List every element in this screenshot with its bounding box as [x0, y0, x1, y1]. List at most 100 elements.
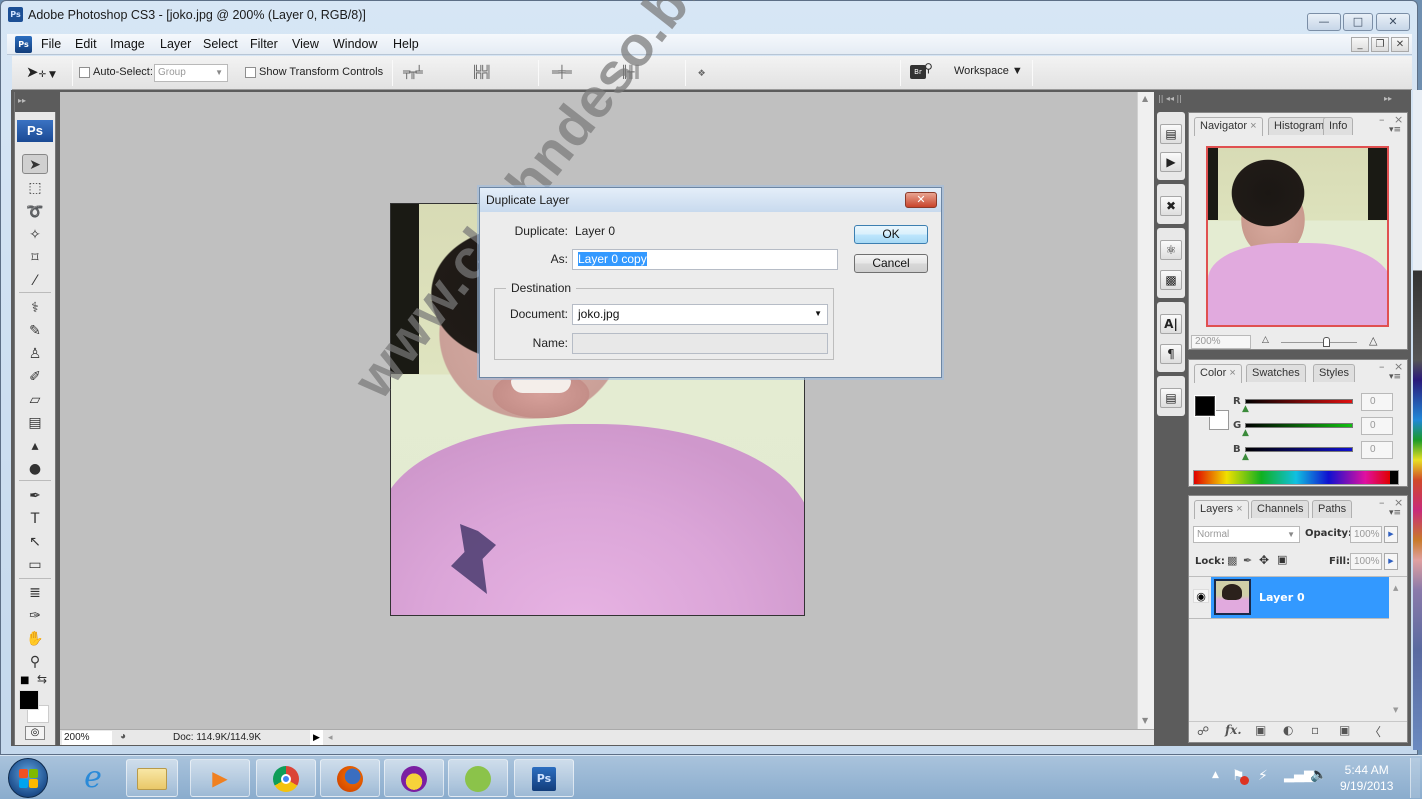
clone-source-icon[interactable]: ▩ [1160, 270, 1182, 290]
dialog-close-button[interactable]: ✕ [905, 192, 937, 208]
menu-select[interactable]: Select [203, 37, 238, 51]
name-input[interactable] [572, 333, 828, 354]
pen-tool-icon[interactable]: ✒ [22, 486, 48, 506]
paragraph-icon[interactable]: ¶ [1160, 344, 1182, 364]
fx-icon[interactable]: fx. [1225, 723, 1242, 737]
menu-view[interactable]: View [292, 37, 319, 51]
panel-minimize-icon[interactable]: – [1379, 496, 1385, 509]
media-player-icon[interactable]: ▶ [190, 759, 250, 797]
document-icon[interactable]: Ps [15, 36, 32, 53]
brushes-icon[interactable]: ⚛ [1160, 240, 1182, 260]
layer-row[interactable]: ◉ Layer 0 [1189, 577, 1389, 619]
link-layers-icon[interactable]: ☍ [1197, 724, 1209, 738]
lock-position-icon[interactable]: ✥ [1259, 553, 1269, 567]
hand-tool-icon[interactable]: ✋ [22, 629, 48, 649]
lock-pixels-icon[interactable]: ✒ [1243, 554, 1252, 567]
channel-value-b[interactable]: 0 [1361, 441, 1393, 459]
toolbox-collapse-button[interactable]: ▸▸ [15, 92, 57, 112]
navigator-zoom-slider[interactable] [1281, 342, 1357, 343]
status-menu-arrow[interactable]: ▶ [310, 730, 323, 745]
auto-select-dropdown[interactable]: Group ▼ [154, 64, 228, 82]
panel-menu-icon[interactable]: ▾≡ [1389, 125, 1401, 135]
navigator-zoom-field[interactable]: 200% [1191, 335, 1251, 349]
align-top-buttons[interactable]: ╤╥╧ [403, 65, 423, 80]
coreldraw-icon[interactable] [448, 759, 508, 797]
layer-name[interactable]: Layer 0 [1259, 591, 1305, 604]
add-mask-icon[interactable]: ▣ [1255, 723, 1266, 737]
trash-icon[interactable]: 〈 [1369, 723, 1381, 740]
channel-value-r[interactable]: 0 [1361, 393, 1393, 411]
zoom-out-icon[interactable]: △ [1262, 335, 1269, 345]
healing-brush-tool-icon[interactable]: ⚕ [22, 298, 48, 318]
close-button[interactable]: ✕ [1376, 13, 1410, 31]
show-transform-checkbox[interactable] [245, 67, 256, 78]
tab-styles[interactable]: Styles [1313, 364, 1355, 382]
move-tool-preset-icon[interactable]: ➤✛ ▼ [26, 63, 56, 81]
minimize-button[interactable]: — [1307, 13, 1341, 31]
scroll-down-icon[interactable]: ▼ [1142, 716, 1148, 725]
doc-close-button[interactable]: ✕ [1391, 37, 1409, 52]
channel-slider-handle[interactable]: ▲ [1242, 452, 1249, 462]
scroll-left-icon[interactable]: ◂ [328, 730, 333, 745]
channel-slider-g[interactable] [1245, 423, 1353, 428]
cancel-button[interactable]: Cancel [854, 254, 928, 273]
menu-layer[interactable]: Layer [160, 37, 191, 51]
opacity-slider-button[interactable]: ▶ [1384, 526, 1398, 543]
default-colors-icon[interactable]: ■ [20, 675, 29, 686]
panel-menu-icon[interactable]: ▾≡ [1389, 508, 1401, 518]
fill-field[interactable]: 100% [1350, 553, 1382, 570]
magic-wand-tool-icon[interactable]: ✧ [22, 225, 48, 245]
tab-layers[interactable]: Layers × [1194, 500, 1249, 519]
doc-minimize-button[interactable]: _ [1351, 37, 1369, 52]
lasso-tool-icon[interactable]: ➰ [22, 202, 48, 222]
power-icon[interactable]: ⚡ [1258, 768, 1268, 784]
workspace-button[interactable]: Workspace ▼ [954, 65, 1023, 77]
auto-align-button[interactable]: ❖ [698, 65, 705, 80]
panel-minimize-icon[interactable]: – [1379, 113, 1385, 126]
new-layer-icon[interactable]: ▣ [1339, 723, 1350, 737]
show-desktop-button[interactable] [1410, 758, 1420, 798]
eyedropper-tool-icon[interactable]: ✑ [22, 606, 48, 626]
photoshop-logo[interactable]: Ps [17, 120, 53, 142]
tab-paths[interactable]: Paths [1312, 500, 1353, 518]
ok-button[interactable]: OK [854, 225, 928, 244]
dock-collapse-button[interactable]: || ◂◂ || [1158, 94, 1182, 103]
layers-scroll-up-icon[interactable]: ▲ [1393, 584, 1398, 592]
yahoo-messenger-icon[interactable] [384, 759, 444, 797]
tab-navigator[interactable]: Navigator × [1194, 117, 1263, 136]
dialog-titlebar[interactable]: Duplicate Layer ✕ [480, 188, 941, 212]
new-group-icon[interactable]: ▫ [1311, 723, 1319, 737]
channel-value-g[interactable]: 0 [1361, 417, 1393, 435]
internet-explorer-icon[interactable]: e [72, 760, 114, 796]
clock[interactable]: 5:44 AM 9/19/2013 [1340, 762, 1393, 794]
zoom-tool-icon[interactable]: ⚲ [22, 652, 48, 672]
blur-tool-icon[interactable]: ▴ [22, 436, 48, 456]
foreground-color-swatch[interactable] [19, 690, 39, 710]
lock-transparency-icon[interactable]: ▩ [1227, 554, 1237, 567]
slice-tool-icon[interactable]: ⁄ [22, 271, 48, 291]
start-button[interactable] [8, 758, 48, 798]
type-tool-icon[interactable]: T [22, 509, 48, 529]
color-spectrum-bar[interactable] [1193, 470, 1399, 485]
menu-help[interactable]: Help [393, 37, 419, 51]
foreground-color-swatch[interactable] [1195, 396, 1215, 416]
tab-color[interactable]: Color × [1194, 364, 1242, 383]
history-icon[interactable]: ▤ [1160, 124, 1182, 144]
photoshop-taskbar-icon[interactable]: Ps [514, 759, 574, 797]
channel-slider-b[interactable] [1245, 447, 1353, 452]
chrome-icon[interactable] [256, 759, 316, 797]
fill-slider-button[interactable]: ▶ [1384, 553, 1398, 570]
menu-image[interactable]: Image [110, 37, 145, 51]
document-dropdown[interactable]: joko.jpg ▼ [572, 304, 828, 325]
dodge-tool-icon[interactable]: ● [22, 459, 48, 479]
channel-slider-r[interactable] [1245, 399, 1353, 404]
tool-presets-icon[interactable]: ✖ [1160, 196, 1182, 216]
marquee-tool-icon[interactable]: ⬚ [22, 178, 48, 198]
swap-colors-icon[interactable]: ⇆ [37, 672, 47, 686]
volume-icon[interactable]: 🔈 [1310, 767, 1327, 783]
eraser-tool-icon[interactable]: ▱ [22, 390, 48, 410]
zoom-level-field[interactable]: 200% [62, 731, 112, 745]
panels-collapse-button[interactable]: ▸▸ [1384, 94, 1392, 103]
firefox-icon[interactable] [320, 759, 380, 797]
tab-info[interactable]: Info [1323, 117, 1354, 135]
